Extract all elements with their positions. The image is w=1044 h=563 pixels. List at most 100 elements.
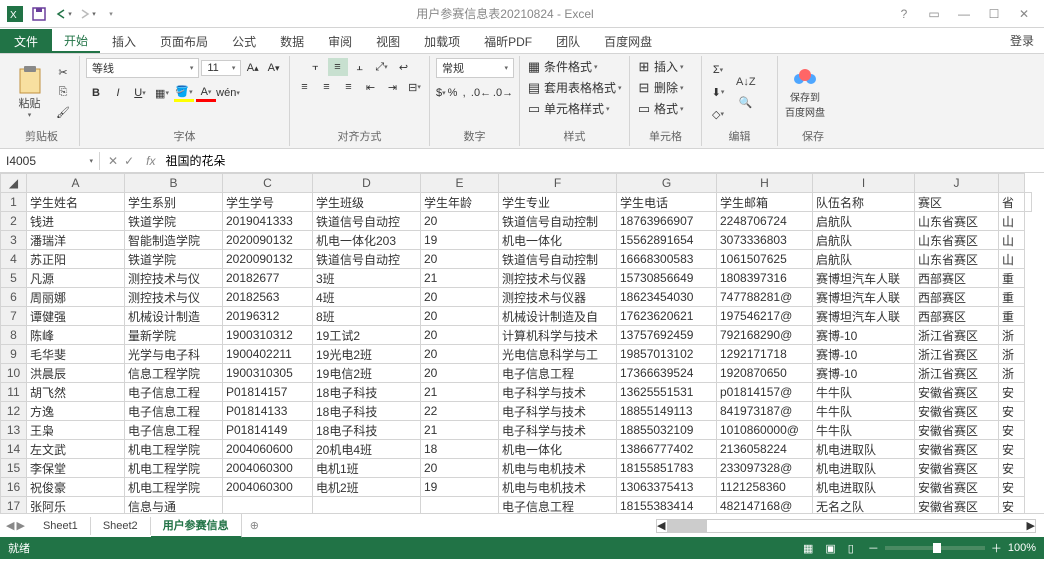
decrease-decimal-icon[interactable]: .0→	[493, 84, 513, 102]
cell[interactable]	[223, 497, 313, 514]
cell[interactable]: 1900402211	[223, 345, 313, 364]
cancel-formula-icon[interactable]: ✕	[108, 154, 118, 168]
align-center-icon[interactable]: ≡	[317, 78, 337, 96]
paste-button[interactable]: 粘贴▾	[10, 63, 49, 121]
cell[interactable]: 铁道学院	[125, 250, 223, 269]
cell[interactable]: 机电一体化	[499, 440, 617, 459]
align-right-icon[interactable]: ≡	[339, 78, 359, 96]
cell[interactable]: 2136058224	[717, 440, 813, 459]
file-tab[interactable]: 文件	[0, 29, 52, 53]
cell[interactable]: 浙	[999, 345, 1025, 364]
page-break-view-icon[interactable]: ▯	[844, 540, 858, 557]
cell[interactable]: 21	[421, 269, 499, 288]
italic-button[interactable]: I	[108, 84, 128, 102]
cell[interactable]: 电子信息工程	[125, 402, 223, 421]
cell[interactable]: 省	[999, 193, 1025, 212]
fx-icon[interactable]: fx	[142, 154, 159, 168]
spreadsheet-grid[interactable]: ◢ABCDEFGHIJ 1学生姓名学生系别学生学号学生班级学生年龄学生专业学生电…	[0, 173, 1032, 513]
cell[interactable]: 17366639524	[617, 364, 717, 383]
cell[interactable]: 赛博坦汽车人联	[813, 288, 915, 307]
cell[interactable]: 18763966907	[617, 212, 717, 231]
cell[interactable]: 山东省赛区	[915, 250, 999, 269]
cell[interactable]: 18623454030	[617, 288, 717, 307]
cell[interactable]: 19电信2班	[313, 364, 421, 383]
currency-icon[interactable]: $▾	[436, 84, 446, 102]
sheet-nav-next-icon[interactable]: ▶	[16, 519, 24, 532]
horizontal-scrollbar[interactable]: ◀▶	[656, 519, 1036, 533]
row-header[interactable]: 12	[1, 402, 27, 421]
conditional-format-button[interactable]: ▦条件格式▾	[526, 58, 598, 75]
cell[interactable]: 测控技术与仪器	[499, 269, 617, 288]
increase-indent-icon[interactable]: ⇥	[383, 78, 403, 96]
cell[interactable]: 王枭	[27, 421, 125, 440]
cell[interactable]: 电子科学与技术	[499, 402, 617, 421]
sheet-nav-prev-icon[interactable]: ◀	[6, 519, 14, 532]
percent-icon[interactable]: %	[448, 84, 458, 102]
cell[interactable]: 安	[999, 440, 1025, 459]
zoom-level[interactable]: 100%	[1008, 542, 1036, 554]
home-tab[interactable]: 开始	[52, 29, 100, 53]
cell[interactable]: 启航队	[813, 250, 915, 269]
cell[interactable]: 铁道信号自动控制	[499, 250, 617, 269]
cell[interactable]: 山	[999, 212, 1025, 231]
cell[interactable]: 启航队	[813, 231, 915, 250]
cell[interactable]: 洪晨辰	[27, 364, 125, 383]
cell[interactable]: 电子信息工程	[125, 421, 223, 440]
cell[interactable]: 铁道信号自动控	[313, 250, 421, 269]
sheet-tab-2[interactable]: Sheet2	[91, 517, 151, 535]
cell[interactable]: 重	[999, 307, 1025, 326]
ribbon-options-icon[interactable]: ▭	[922, 4, 946, 24]
save-icon[interactable]	[28, 3, 50, 25]
cell[interactable]: 安徽省赛区	[915, 383, 999, 402]
cell[interactable]: 测控技术与仪	[125, 288, 223, 307]
cell[interactable]: 15730856649	[617, 269, 717, 288]
cell[interactable]: 毛华斐	[27, 345, 125, 364]
cell[interactable]: 1808397316	[717, 269, 813, 288]
font-size-combo[interactable]: 11▾	[201, 60, 241, 76]
team-tab[interactable]: 团队	[544, 29, 592, 53]
cell[interactable]: 1900310312	[223, 326, 313, 345]
cell[interactable]: 凡源	[27, 269, 125, 288]
col-header[interactable]: E	[421, 174, 499, 193]
cell[interactable]: 胡飞然	[27, 383, 125, 402]
row-header[interactable]: 7	[1, 307, 27, 326]
cell[interactable]: 20	[421, 364, 499, 383]
cell[interactable]: 浙	[999, 326, 1025, 345]
row-header[interactable]: 16	[1, 478, 27, 497]
cell[interactable]: 浙	[999, 364, 1025, 383]
cell[interactable]: 启航队	[813, 212, 915, 231]
cell[interactable]: 8班	[313, 307, 421, 326]
cell[interactable]: 陈峰	[27, 326, 125, 345]
cell[interactable]: 学生年龄	[421, 193, 499, 212]
cell[interactable]: 电子信息工程	[125, 383, 223, 402]
cell[interactable]: 18电子科技	[313, 383, 421, 402]
cell[interactable]: 13866777402	[617, 440, 717, 459]
phonetic-icon[interactable]: wén▾	[218, 84, 238, 102]
orientation-icon[interactable]: ⤢▾	[372, 58, 392, 76]
cell[interactable]: 20	[421, 212, 499, 231]
cell[interactable]: 安徽省赛区	[915, 421, 999, 440]
underline-button[interactable]: U▾	[130, 84, 150, 102]
wrap-text-icon[interactable]: ↩	[394, 58, 414, 76]
cell[interactable]: 1121258360	[717, 478, 813, 497]
sheet-tab-3[interactable]: 用户参赛信息	[151, 514, 242, 538]
cell[interactable]: 浙江省赛区	[915, 345, 999, 364]
accept-formula-icon[interactable]: ✓	[124, 154, 134, 168]
col-header[interactable]: B	[125, 174, 223, 193]
col-header[interactable]: G	[617, 174, 717, 193]
cell[interactable]: 18155851783	[617, 459, 717, 478]
cell[interactable]: 2004060300	[223, 478, 313, 497]
add-sheet-button[interactable]: ⊕	[242, 516, 267, 535]
copy-icon[interactable]: ⎘	[53, 83, 73, 101]
font-color-icon[interactable]: A▾	[196, 84, 216, 102]
cell[interactable]: 赛区	[915, 193, 999, 212]
row-header[interactable]: 6	[1, 288, 27, 307]
login-link[interactable]: 登录	[1000, 28, 1044, 53]
cell[interactable]: 浙江省赛区	[915, 364, 999, 383]
cell[interactable]: 李保堂	[27, 459, 125, 478]
qat-custom-icon[interactable]: ▾	[100, 3, 122, 25]
row-header[interactable]: 11	[1, 383, 27, 402]
col-header[interactable]: C	[223, 174, 313, 193]
cell[interactable]: 安徽省赛区	[915, 478, 999, 497]
cell[interactable]: 学生学号	[223, 193, 313, 212]
